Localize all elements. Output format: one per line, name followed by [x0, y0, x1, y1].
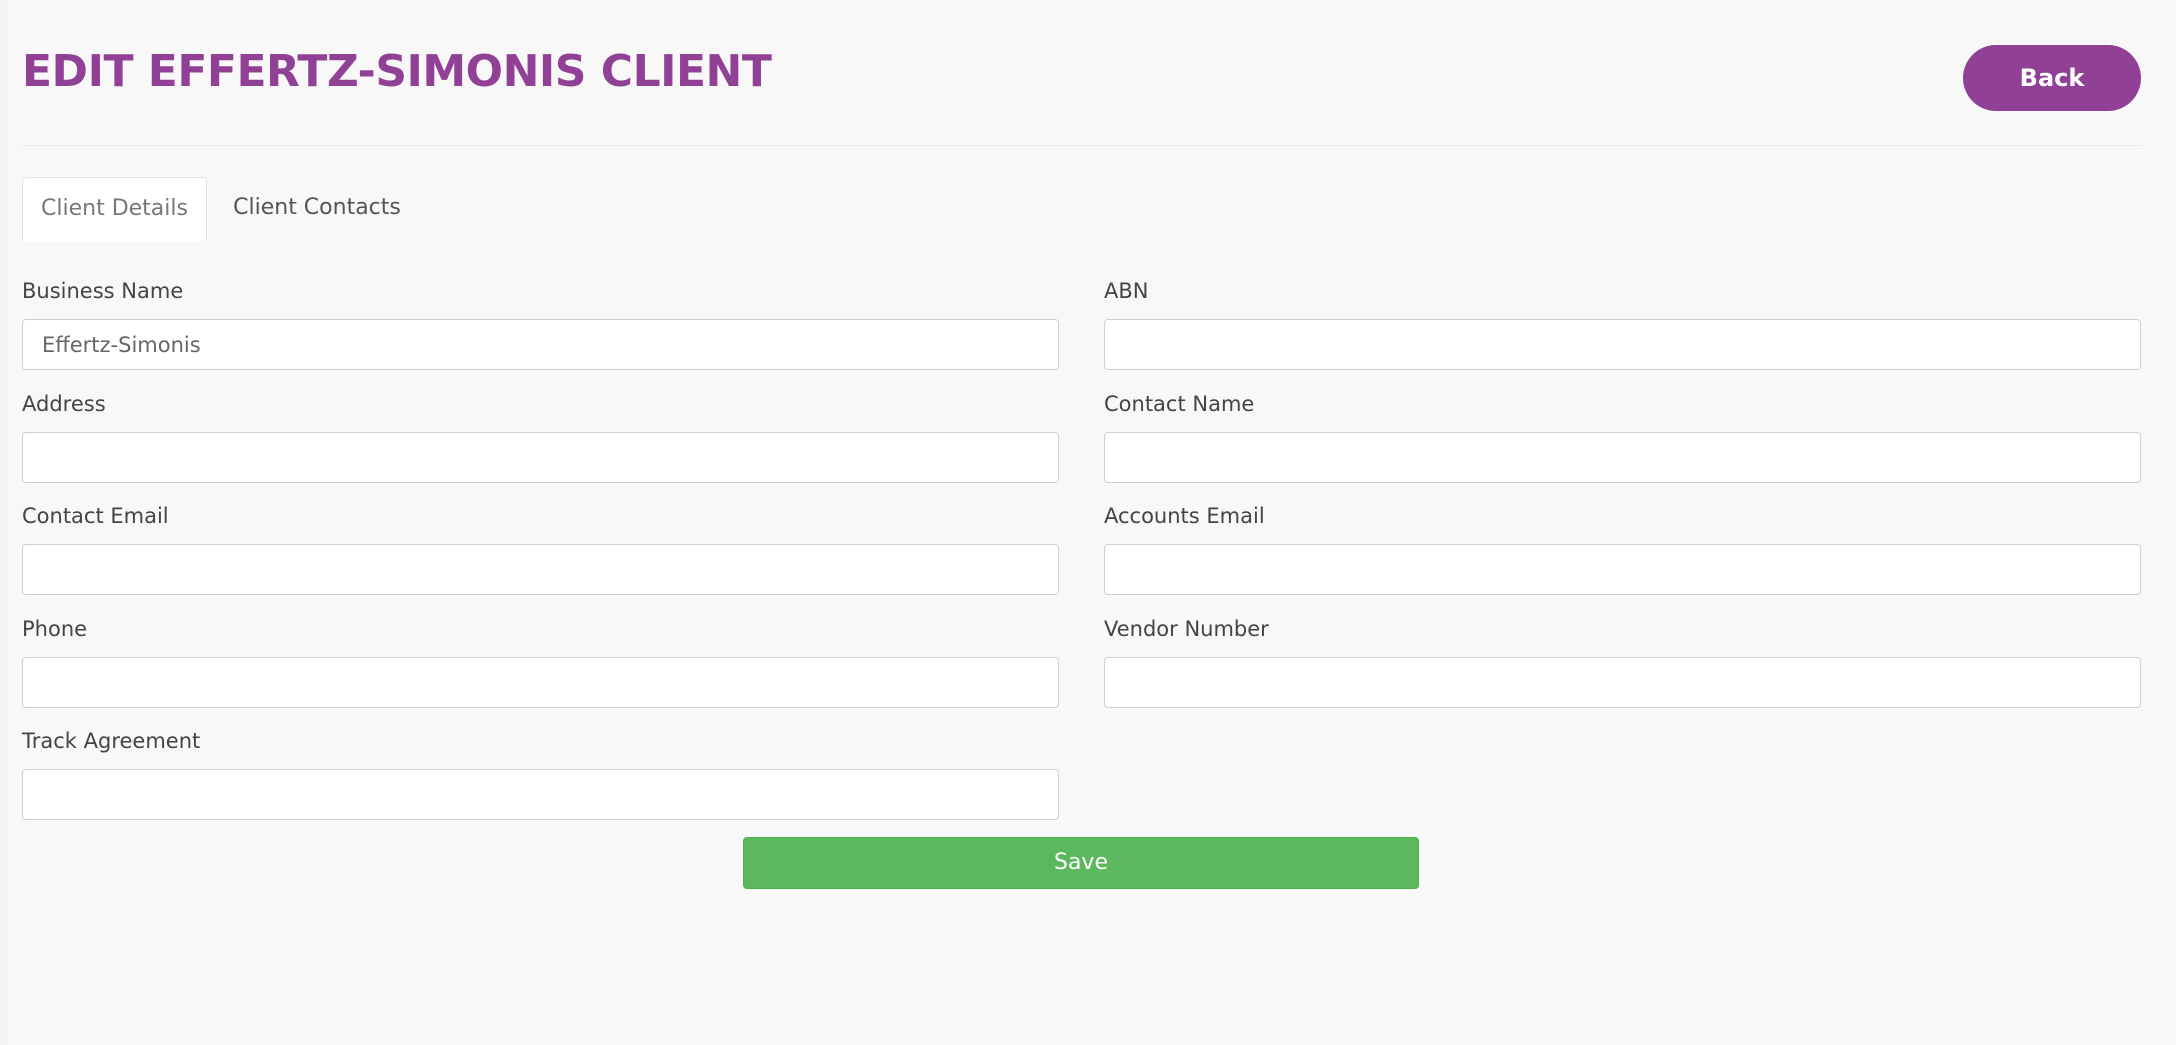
page: EDIT EFFERTZ-SIMONIS CLIENT Back Client … [0, 0, 2176, 1045]
track-agreement-input[interactable] [22, 769, 1059, 820]
contact-name-label: Contact Name [1104, 392, 1255, 416]
page-title: EDIT EFFERTZ-SIMONIS CLIENT [22, 46, 772, 97]
address-input[interactable] [22, 432, 1059, 483]
abn-label: ABN [1104, 279, 1149, 303]
vendor-number-label: Vendor Number [1104, 617, 1269, 641]
contact-name-group: Contact Name [1104, 390, 2141, 483]
track-agreement-label: Track Agreement [22, 729, 201, 753]
abn-input[interactable] [1104, 319, 2141, 370]
contact-email-input[interactable] [22, 544, 1059, 595]
business-name-label: Business Name [22, 279, 184, 303]
phone-input[interactable] [22, 657, 1059, 708]
phone-label: Phone [22, 617, 88, 641]
vendor-number-input[interactable] [1104, 657, 2141, 708]
tab-client-details[interactable]: Client Details [22, 177, 207, 241]
contact-email-group: Contact Email [22, 502, 1059, 595]
accounts-email-group: Accounts Email [1104, 502, 2141, 595]
contact-name-input[interactable] [1104, 432, 2141, 483]
phone-group: Phone [22, 615, 1059, 708]
track-agreement-group: Track Agreement [22, 727, 1059, 820]
abn-group: ABN [1104, 277, 2141, 370]
tab-bar: Client Details Client Contacts [22, 177, 622, 241]
page-header: EDIT EFFERTZ-SIMONIS CLIENT Back [22, 0, 2142, 146]
address-group: Address [22, 390, 1059, 483]
back-button[interactable]: Back [1963, 45, 2141, 111]
save-button[interactable]: Save [743, 837, 1419, 889]
contact-email-label: Contact Email [22, 504, 169, 528]
address-label: Address [22, 392, 106, 416]
vendor-number-group: Vendor Number [1104, 615, 2141, 708]
accounts-email-label: Accounts Email [1104, 504, 1265, 528]
tab-client-contacts[interactable]: Client Contacts [207, 177, 427, 241]
left-edge [0, 0, 8, 1045]
accounts-email-input[interactable] [1104, 544, 2141, 595]
business-name-input[interactable] [22, 319, 1059, 370]
business-name-group: Business Name [22, 277, 1059, 370]
